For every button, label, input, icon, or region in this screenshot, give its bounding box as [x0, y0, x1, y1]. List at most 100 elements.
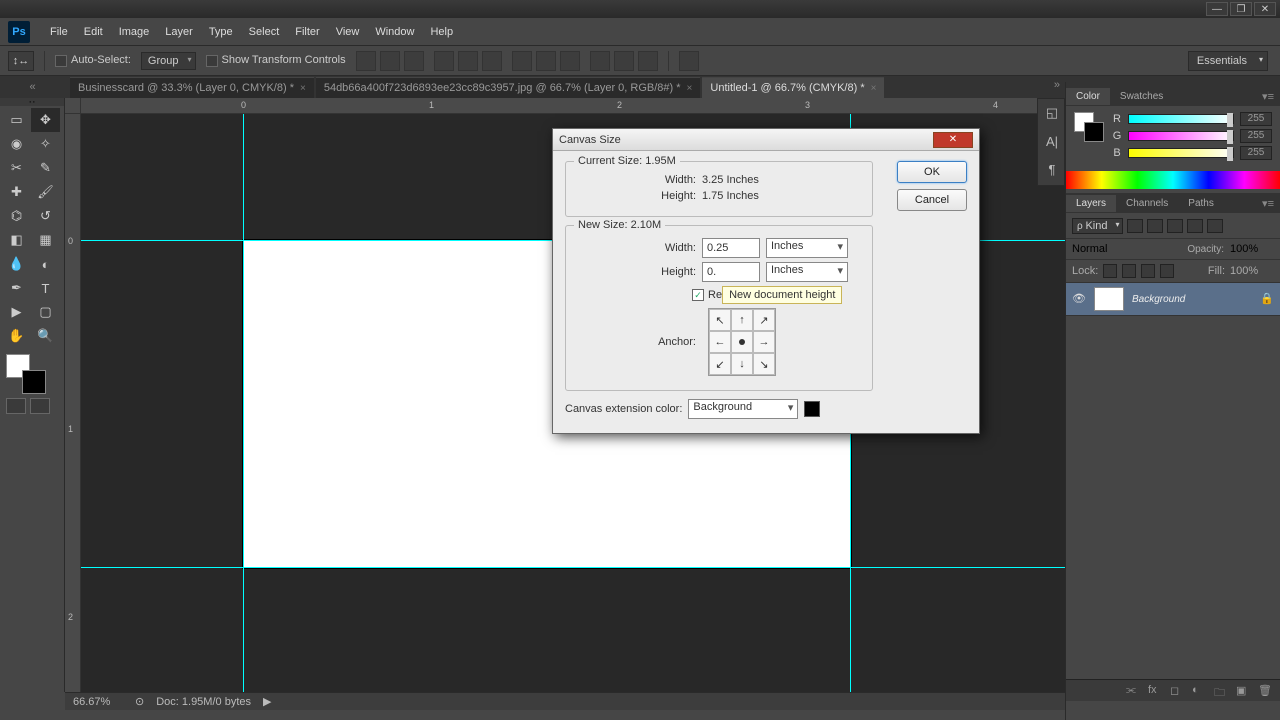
background-color-swatch[interactable]	[22, 370, 46, 394]
align-icon[interactable]	[458, 51, 478, 71]
distribute-icon[interactable]	[536, 51, 556, 71]
panel-fg-bg-swatch[interactable]	[1074, 112, 1104, 142]
hand-tool-icon[interactable]: ✋	[2, 324, 31, 348]
swatches-tab[interactable]: Swatches	[1110, 88, 1173, 105]
maximize-button[interactable]: ❐	[1230, 2, 1252, 16]
opacity-input[interactable]: 100%	[1230, 243, 1274, 255]
extension-color-dropdown[interactable]: Background	[688, 399, 798, 419]
cancel-button[interactable]: Cancel	[897, 189, 967, 211]
vertical-ruler[interactable]: 0 1 2	[65, 114, 81, 692]
anchor-nw[interactable]: ↖	[709, 309, 731, 331]
delete-layer-icon[interactable]: 🗑	[1258, 684, 1274, 698]
align-icon[interactable]	[356, 51, 376, 71]
new-layer-icon[interactable]: ▣	[1236, 684, 1252, 698]
align-icon[interactable]	[434, 51, 454, 71]
close-window-button[interactable]: ✕	[1254, 2, 1276, 16]
fill-input[interactable]: 100%	[1230, 265, 1274, 277]
document-tab[interactable]: Untitled-1 @ 66.7% (CMYK/8) *×	[702, 77, 884, 98]
lock-transparent-icon[interactable]	[1103, 264, 1117, 278]
move-tool-icon[interactable]: ✥	[31, 108, 60, 132]
anchor-s[interactable]: ↓	[731, 353, 753, 375]
status-arrow-icon[interactable]: ▶	[263, 695, 271, 708]
g-slider[interactable]	[1128, 131, 1234, 141]
history-panel-icon[interactable]: ◱	[1038, 99, 1066, 127]
link-layers-icon[interactable]: ⫘	[1126, 684, 1142, 698]
height-unit-dropdown[interactable]: Inches	[766, 262, 848, 282]
filter-adjustment-icon[interactable]	[1147, 219, 1163, 233]
width-unit-dropdown[interactable]: Inches	[766, 238, 848, 258]
screen-mode-icon[interactable]	[30, 398, 50, 414]
height-input[interactable]	[702, 262, 760, 282]
distribute-icon[interactable]	[590, 51, 610, 71]
r-slider[interactable]	[1128, 114, 1234, 124]
anchor-w[interactable]: ←	[709, 331, 731, 353]
brush-tool-icon[interactable]: 🖌	[31, 180, 60, 204]
paragraph-panel-icon[interactable]: ¶	[1038, 155, 1066, 183]
healing-brush-tool-icon[interactable]: ✚	[2, 180, 31, 204]
menu-layer[interactable]: Layer	[157, 22, 201, 42]
pen-tool-icon[interactable]: ✒	[2, 276, 31, 300]
lock-all-icon[interactable]	[1160, 264, 1174, 278]
auto-select-checkbox[interactable]: Auto-Select:	[55, 54, 131, 66]
lock-image-icon[interactable]	[1122, 264, 1136, 278]
status-menu-icon[interactable]: ⊙	[135, 695, 144, 708]
menu-filter[interactable]: Filter	[287, 22, 327, 42]
blend-mode-dropdown[interactable]: Normal	[1072, 243, 1181, 255]
distribute-icon[interactable]	[560, 51, 580, 71]
filter-shape-icon[interactable]	[1187, 219, 1203, 233]
adjustment-layer-icon[interactable]: ◐	[1192, 684, 1208, 698]
anchor-n[interactable]: ↑	[731, 309, 753, 331]
align-icon[interactable]	[404, 51, 424, 71]
anchor-sw[interactable]: ↙	[709, 353, 731, 375]
visibility-toggle-icon[interactable]: 👁	[1072, 292, 1086, 306]
ok-button[interactable]: OK	[897, 161, 967, 183]
r-value-input[interactable]: 255	[1240, 112, 1272, 126]
workspace-switcher[interactable]: Essentials	[1188, 51, 1268, 71]
panel-menu-icon[interactable]: ▾≡	[1256, 197, 1280, 210]
menu-window[interactable]: Window	[367, 22, 422, 42]
panel-handle-icon[interactable]: ··	[0, 98, 64, 106]
lasso-tool-icon[interactable]: ◉	[2, 132, 31, 156]
menu-file[interactable]: File	[42, 22, 76, 42]
distribute-icon[interactable]	[614, 51, 634, 71]
menu-type[interactable]: Type	[201, 22, 241, 42]
guide-vertical[interactable]	[243, 114, 244, 692]
marquee-tool-icon[interactable]: ▭	[2, 108, 31, 132]
menu-view[interactable]: View	[328, 22, 368, 42]
channels-tab[interactable]: Channels	[1116, 195, 1178, 212]
document-tab[interactable]: 54db66a400f723d6893ee23cc89c3957.jpg @ 6…	[316, 77, 701, 98]
guide-horizontal[interactable]	[81, 567, 1065, 568]
clone-stamp-tool-icon[interactable]: ⌬	[2, 204, 31, 228]
layer-style-icon[interactable]: fx	[1148, 684, 1164, 698]
filter-type-icon[interactable]	[1167, 219, 1183, 233]
group-icon[interactable]: 🗀	[1214, 684, 1230, 698]
extension-color-swatch[interactable]	[804, 401, 820, 417]
history-brush-tool-icon[interactable]: ↺	[31, 204, 60, 228]
dodge-tool-icon[interactable]: ◐	[31, 252, 60, 276]
type-tool-icon[interactable]: T	[31, 276, 60, 300]
width-input[interactable]	[702, 238, 760, 258]
active-tool-icon[interactable]: ↕↔	[8, 51, 34, 71]
align-icon[interactable]	[380, 51, 400, 71]
layer-name[interactable]: Background	[1132, 294, 1185, 305]
shape-tool-icon[interactable]: ▢	[31, 300, 60, 324]
anchor-e[interactable]: →	[753, 331, 775, 353]
layer-thumbnail[interactable]	[1094, 287, 1124, 311]
horizontal-ruler[interactable]: 0 1 2 3 4	[81, 98, 1065, 114]
fg-bg-color-swatch[interactable]	[6, 354, 46, 394]
lock-position-icon[interactable]	[1141, 264, 1155, 278]
gradient-tool-icon[interactable]: ▦	[31, 228, 60, 252]
crop-tool-icon[interactable]: ✂	[2, 156, 31, 180]
character-panel-icon[interactable]: A|	[1038, 127, 1066, 155]
document-tab[interactable]: Businesscard @ 33.3% (Layer 0, CMYK/8) *…	[70, 77, 314, 98]
doc-size-label[interactable]: Doc: 1.95M/0 bytes	[156, 696, 251, 708]
distribute-icon[interactable]	[638, 51, 658, 71]
menu-image[interactable]: Image	[111, 22, 158, 42]
show-transform-checkbox[interactable]: Show Transform Controls	[206, 54, 346, 66]
auto-select-mode-dropdown[interactable]: Group	[141, 52, 196, 70]
anchor-center[interactable]	[731, 331, 753, 353]
eyedropper-tool-icon[interactable]: ✎	[31, 156, 60, 180]
anchor-se[interactable]: ↘	[753, 353, 775, 375]
filter-kind-dropdown[interactable]: ρ Kind	[1072, 218, 1123, 234]
zoom-level[interactable]: 66.67%	[73, 696, 123, 708]
